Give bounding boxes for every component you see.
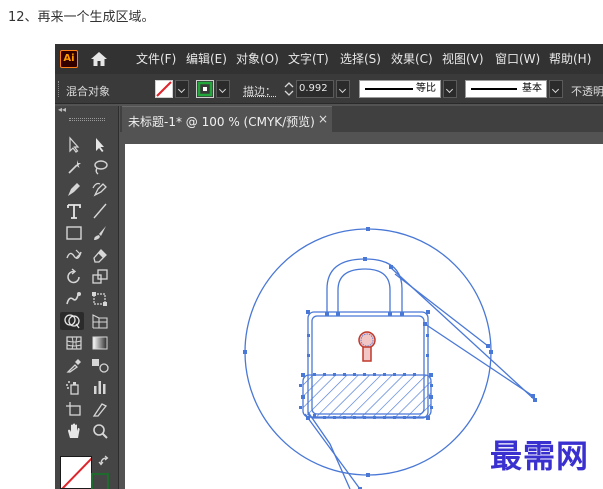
keyhole-icon	[358, 331, 376, 362]
brush-label: 基本	[522, 83, 542, 94]
brush-definition[interactable]: 基本	[465, 80, 547, 98]
stroke-weight-input[interactable]: 0.992	[296, 80, 334, 98]
fill-swatch[interactable]	[60, 456, 92, 489]
guide-line-e	[307, 411, 351, 489]
none-swatch-icon	[61, 457, 91, 488]
pen-tool-icon[interactable]	[64, 180, 84, 198]
stroke-weight-spinner[interactable]	[283, 80, 295, 98]
menu-help[interactable]: 帮助(H)	[549, 52, 591, 66]
blend-tool-icon[interactable]	[90, 356, 110, 374]
document-tab[interactable]: 未标题-1* @ 100 % (CMYK/预览) ×	[122, 106, 332, 132]
gradient-tool-icon[interactable]	[90, 334, 110, 352]
stroke-weight-label[interactable]: 描边：	[243, 83, 276, 99]
brush-line-icon	[471, 88, 517, 90]
artboard-tool-icon[interactable]	[64, 400, 84, 418]
home-icon[interactable]	[89, 50, 109, 68]
guide-line-c	[424, 323, 534, 397]
brush-dropdown[interactable]	[549, 80, 563, 98]
shape-builder-tool-icon[interactable]	[60, 312, 84, 330]
zoom-tool-icon[interactable]	[90, 422, 110, 440]
stroke-color-dropdown[interactable]	[216, 80, 230, 98]
magic-wand-tool-icon[interactable]	[64, 158, 84, 176]
menu-view[interactable]: 视图(V)	[442, 52, 484, 66]
profile-line-icon	[365, 88, 413, 90]
menu-type[interactable]: 文字(T)	[288, 52, 329, 66]
control-bar: 混合对象 描边： 0.992 等比 基本 不透明度	[55, 74, 603, 104]
panel-grip[interactable]	[69, 118, 105, 121]
line-segment-tool-icon[interactable]	[90, 202, 110, 220]
shackle-inner-path	[337, 268, 391, 314]
curvature-tool-icon[interactable]	[90, 180, 110, 198]
control-bar-grip[interactable]	[58, 81, 61, 97]
perspective-grid-tool-icon[interactable]	[90, 312, 110, 330]
watermark-logo: 最需网	[490, 437, 590, 475]
menu-effect[interactable]: 效果(C)	[391, 52, 433, 66]
guide-line-d	[304, 413, 361, 489]
close-icon[interactable]: ×	[318, 112, 328, 126]
opacity-label[interactable]: 不透明度	[571, 83, 603, 99]
slice-tool-icon[interactable]	[90, 400, 110, 418]
panel-collapse-icon[interactable]: ◂◂	[58, 106, 116, 114]
tools-panel: ◂◂	[55, 106, 119, 489]
warp-tool-icon[interactable]	[64, 290, 84, 308]
menu-file[interactable]: 文件(F)	[136, 52, 176, 66]
column-graph-tool-icon[interactable]	[90, 378, 110, 396]
rectangle-tool-icon[interactable]	[64, 224, 84, 242]
document-tab-title: 未标题-1* @ 100 % (CMYK/预览)	[128, 115, 315, 129]
fill-color-dropdown[interactable]	[175, 80, 189, 98]
shaper-tool-icon[interactable]	[64, 246, 84, 264]
free-transform-tool-icon[interactable]	[90, 290, 110, 308]
hatched-region	[302, 374, 432, 418]
rotate-tool-icon[interactable]	[64, 268, 84, 286]
menu-select[interactable]: 选择(S)	[340, 52, 381, 66]
illustrator-window: Ai 文件(F) 编辑(E) 对象(O) 文字(T) 选择(S) 效果(C) 视…	[55, 44, 603, 489]
type-tool-icon[interactable]	[64, 202, 84, 220]
mesh-tool-icon[interactable]	[64, 334, 84, 352]
stroke-swatch[interactable]	[91, 473, 109, 489]
menu-edit[interactable]: 编辑(E)	[186, 52, 227, 66]
eraser-tool-icon[interactable]	[90, 246, 110, 264]
profile-dropdown[interactable]	[443, 80, 457, 98]
variable-width-profile[interactable]: 等比	[359, 80, 441, 98]
step-caption: 12、再来一个生成区域。	[8, 10, 155, 25]
profile-label: 等比	[416, 83, 436, 94]
document-tab-bar: 未标题-1* @ 100 % (CMYK/预览) ×	[120, 106, 603, 132]
stroke-swatch-icon	[197, 81, 213, 97]
menu-object[interactable]: 对象(O)	[236, 52, 279, 66]
stroke-color-swatch[interactable]	[196, 80, 214, 98]
stroke-weight-dropdown[interactable]	[336, 80, 350, 98]
illustrator-logo: Ai	[60, 50, 78, 68]
selection-type-label: 混合对象	[66, 85, 110, 98]
swap-fill-stroke-icon[interactable]	[98, 452, 110, 466]
menu-window[interactable]: 窗口(W)	[495, 52, 540, 66]
canvas-area[interactable]	[120, 132, 603, 489]
fill-color-swatch[interactable]	[155, 80, 173, 98]
eyedropper-tool-icon[interactable]	[64, 356, 84, 374]
menu-bar: Ai 文件(F) 编辑(E) 对象(O) 文字(T) 选择(S) 效果(C) 视…	[55, 44, 603, 74]
direct-selection-tool-icon[interactable]	[90, 136, 110, 154]
lasso-tool-icon[interactable]	[90, 158, 110, 176]
symbol-sprayer-tool-icon[interactable]	[64, 378, 84, 396]
hand-tool-icon[interactable]	[64, 422, 84, 440]
spinner-arrows-icon	[284, 82, 294, 96]
none-fill-icon	[156, 81, 172, 97]
scale-tool-icon[interactable]	[90, 268, 110, 286]
selection-tool-icon[interactable]	[64, 136, 84, 154]
paintbrush-tool-icon[interactable]	[90, 224, 110, 242]
